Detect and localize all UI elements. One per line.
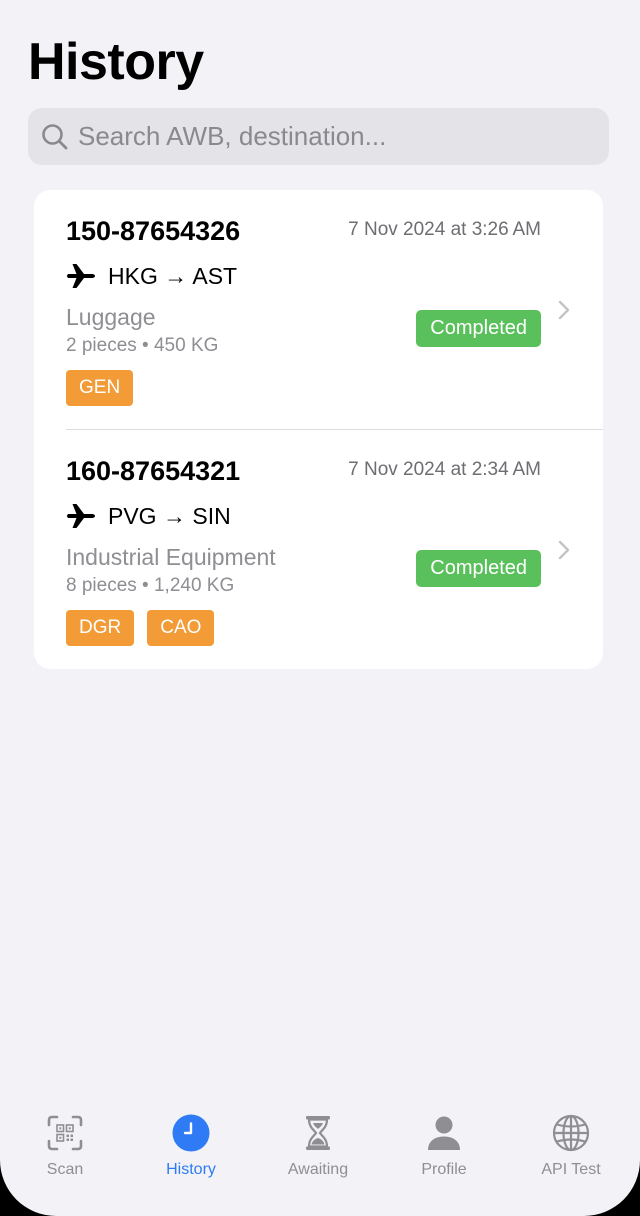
history-screen: History 150-87654326 7 Nov 2024 at 3:26 … (0, 0, 640, 1216)
page-title: History (28, 33, 204, 91)
clock-icon (172, 1114, 210, 1152)
airplane-icon (66, 264, 95, 288)
route: HKG → AST (66, 260, 237, 292)
tab-label: History (166, 1161, 216, 1178)
shipment-date: 7 Nov 2024 at 2:34 AM (348, 459, 541, 480)
shipment-row[interactable]: 160-87654321 7 Nov 2024 at 2:34 AM PVG →… (34, 430, 603, 669)
shipment-list: 150-87654326 7 Nov 2024 at 3:26 AM HKG →… (34, 190, 603, 669)
hourglass-icon (306, 1116, 330, 1150)
globe-icon (552, 1114, 590, 1152)
tab-history[interactable]: History (127, 1096, 255, 1196)
search-bar[interactable] (28, 108, 609, 165)
airplane-icon (66, 504, 95, 528)
search-input[interactable] (78, 108, 598, 165)
tab-label: Scan (46, 1161, 84, 1178)
status-badge: Completed (416, 550, 541, 587)
shipment-date: 7 Nov 2024 at 3:26 AM (348, 219, 541, 240)
tag-list: DGR CAO (66, 610, 215, 646)
status-badge: Completed (416, 310, 541, 347)
person-icon (428, 1116, 460, 1150)
chevron-right-icon (558, 300, 570, 320)
goods-description: Luggage (66, 304, 156, 330)
tab-label: API Test (541, 1161, 601, 1178)
tab-label: Awaiting (287, 1161, 349, 1178)
awb-number: 150-87654326 (66, 216, 241, 246)
tab-awaiting[interactable]: Awaiting (254, 1096, 382, 1196)
tag-badge: CAO (147, 610, 215, 646)
route: PVG → SIN (66, 500, 231, 532)
shipment-row[interactable]: 150-87654326 7 Nov 2024 at 3:26 AM HKG →… (34, 190, 603, 430)
route-text: HKG → AST (108, 263, 238, 289)
tab-scan[interactable]: Scan (1, 1096, 129, 1196)
tab-profile[interactable]: Profile (380, 1096, 508, 1196)
goods-description: Industrial Equipment (66, 544, 276, 570)
pieces-weight: 2 pieces • 450 KG (66, 335, 219, 356)
tab-bar: Scan History Awaiting Profile API Test (0, 1096, 640, 1196)
tag-badge: GEN (66, 370, 134, 406)
search-icon (42, 124, 68, 150)
awb-number: 160-87654321 (66, 456, 241, 486)
route-text: PVG → SIN (108, 503, 231, 529)
tab-api-test[interactable]: API Test (507, 1096, 635, 1196)
chevron-right-icon (558, 540, 570, 560)
pieces-weight: 8 pieces • 1,240 KG (66, 575, 235, 596)
qr-scan-icon (47, 1115, 83, 1151)
tag-list: GEN (66, 370, 134, 406)
tag-badge: DGR (66, 610, 135, 646)
tab-label: Profile (421, 1161, 467, 1178)
